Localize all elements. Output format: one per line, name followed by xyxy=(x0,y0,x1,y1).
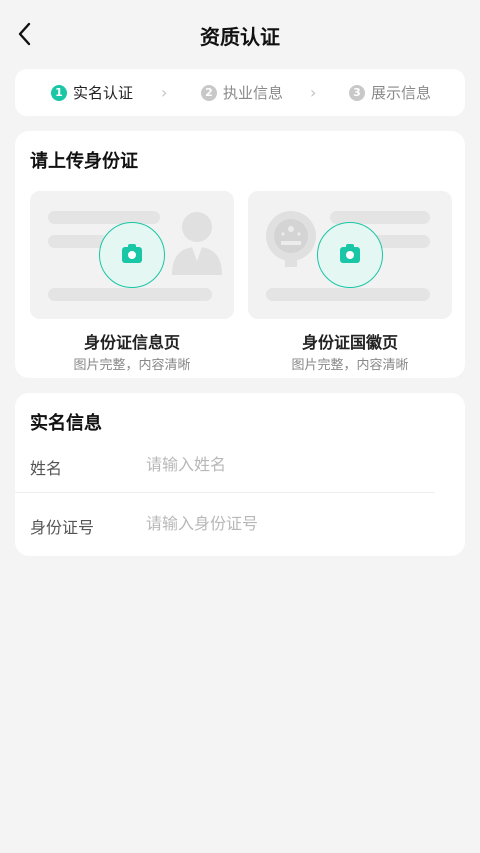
page-title: 资质认证 xyxy=(200,25,280,49)
name-label: 姓名 xyxy=(30,459,63,478)
step-display-info: 3 展示信息 xyxy=(349,69,431,116)
step-number: 1 xyxy=(51,84,67,101)
id-upload-card: 请上传身份证 身份证信息页 图片完整，内容清晰 身份证国徽页 图片完整，内容清晰 xyxy=(15,131,465,378)
id-front-hint: 图片完整，内容清晰 xyxy=(73,358,191,373)
id-number-label: 身份证号 xyxy=(30,518,95,537)
upload-title: 请上传身份证 xyxy=(30,151,138,172)
step-separator-icon: › xyxy=(161,83,168,102)
step-number: 3 xyxy=(349,84,365,101)
name-input[interactable] xyxy=(146,449,446,479)
id-front-caption: 身份证信息页 xyxy=(83,333,180,352)
person-silhouette-icon xyxy=(172,212,222,275)
field-divider xyxy=(15,492,435,493)
realname-info-card: 实名信息 姓名 身份证号 xyxy=(15,393,465,556)
step-label: 执业信息 xyxy=(223,84,284,102)
id-back-upload[interactable] xyxy=(248,191,452,319)
id-front-upload[interactable] xyxy=(30,191,234,319)
national-emblem-icon xyxy=(266,211,316,267)
step-separator-icon: › xyxy=(310,83,317,102)
header: 资质认证 xyxy=(0,0,480,68)
step-realname: 1 实名认证 xyxy=(51,69,133,116)
step-label: 实名认证 xyxy=(73,84,134,102)
id-back-hint: 图片完整，内容清晰 xyxy=(291,358,409,373)
step-number: 2 xyxy=(201,84,217,101)
id-number-field-row: 身份证号 xyxy=(30,500,450,550)
id-number-input[interactable] xyxy=(146,508,446,538)
name-field-row: 姓名 xyxy=(30,441,450,491)
camera-icon xyxy=(99,222,165,288)
id-back-caption: 身份证国徽页 xyxy=(301,333,398,352)
step-indicator: 1 实名认证 › 2 执业信息 › 3 展示信息 xyxy=(15,69,465,116)
step-practice-info: 2 执业信息 xyxy=(201,69,283,116)
step-label: 展示信息 xyxy=(371,84,432,102)
realname-title: 实名信息 xyxy=(30,413,102,434)
camera-icon xyxy=(317,222,383,288)
